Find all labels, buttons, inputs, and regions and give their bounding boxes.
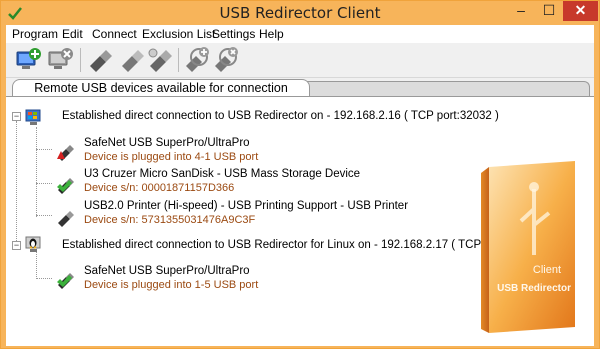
product-box-image: Client USB Redirector <box>481 161 575 333</box>
device-detail: Device s/n: 5731355031476A9C3F <box>84 214 256 226</box>
usb-key-busy-icon <box>57 145 74 161</box>
usb-printer-icon <box>58 211 74 227</box>
minimize-button[interactable]: – <box>507 1 535 21</box>
tree-connector <box>16 121 17 245</box>
menu-exclusion-list[interactable]: Exclusion List <box>142 27 215 41</box>
tab-inactive[interactable] <box>296 81 590 96</box>
device-name[interactable]: U3 Cruzer Micro SanDisk - USB Mass Stora… <box>84 168 360 180</box>
tree-connector <box>36 183 52 184</box>
server-label[interactable]: Established direct connection to USB Red… <box>62 110 499 122</box>
exclusion-remove-icon[interactable] <box>211 46 239 74</box>
toolbar <box>6 43 594 78</box>
linux-server-icon <box>25 236 41 252</box>
close-button[interactable]: ✕ <box>563 1 598 21</box>
maximize-button[interactable]: ☐ <box>535 1 563 21</box>
exclusion-add-icon[interactable] <box>182 46 210 74</box>
toolbar-separator <box>80 48 81 72</box>
tree-connector <box>36 251 37 279</box>
remove-server-icon[interactable] <box>46 46 74 74</box>
collapse-toggle[interactable]: − <box>12 241 21 250</box>
add-server-icon[interactable] <box>14 46 42 74</box>
connect-device-icon[interactable] <box>86 46 114 74</box>
device-detail: Device s/n: 00001871157D366 <box>84 182 235 194</box>
windows-server-icon <box>25 109 41 125</box>
device-name[interactable]: SafeNet USB SuperPro/UltraPro <box>84 137 250 149</box>
usb-key-shared-icon <box>57 273 74 289</box>
device-detail: Device is plugged into 1-5 USB port <box>84 279 259 291</box>
tree-connector <box>36 278 52 279</box>
menu-help[interactable]: Help <box>259 27 284 41</box>
disconnect-device-icon[interactable] <box>118 46 146 74</box>
tree-connector <box>36 127 37 217</box>
menu-program[interactable]: Program <box>12 27 58 41</box>
menu-settings[interactable]: Settings <box>212 27 255 41</box>
auto-connect-icon[interactable] <box>146 46 174 74</box>
app-window: USB Redirector Client – ☐ ✕ Program Edit… <box>0 0 600 349</box>
box-text-client: Client <box>533 264 561 276</box>
collapse-toggle[interactable]: − <box>12 112 21 121</box>
toolbar-separator <box>178 48 179 72</box>
title-bar[interactable]: USB Redirector Client – ☐ ✕ <box>1 1 599 25</box>
box-text-product: USB Redirector <box>497 283 571 294</box>
tree-connector <box>36 149 52 150</box>
menu-connect[interactable]: Connect <box>92 27 137 41</box>
usb-drive-shared-icon <box>57 178 74 194</box>
tab-strip: Remote USB devices available for connect… <box>6 78 594 97</box>
menu-edit[interactable]: Edit <box>62 27 83 41</box>
server-label[interactable]: Established direct connection to USB Red… <box>62 239 546 251</box>
device-name[interactable]: USB2.0 Printer (Hi-speed) - USB Printing… <box>84 200 408 212</box>
tab-remote-devices[interactable]: Remote USB devices available for connect… <box>12 79 310 97</box>
tree-connector <box>36 215 52 216</box>
device-name[interactable]: SafeNet USB SuperPro/UltraPro <box>84 265 250 277</box>
device-detail: Device is plugged into 4-1 USB port <box>84 151 259 163</box>
menu-bar: Program Edit Connect Exclusion List Sett… <box>6 25 594 43</box>
